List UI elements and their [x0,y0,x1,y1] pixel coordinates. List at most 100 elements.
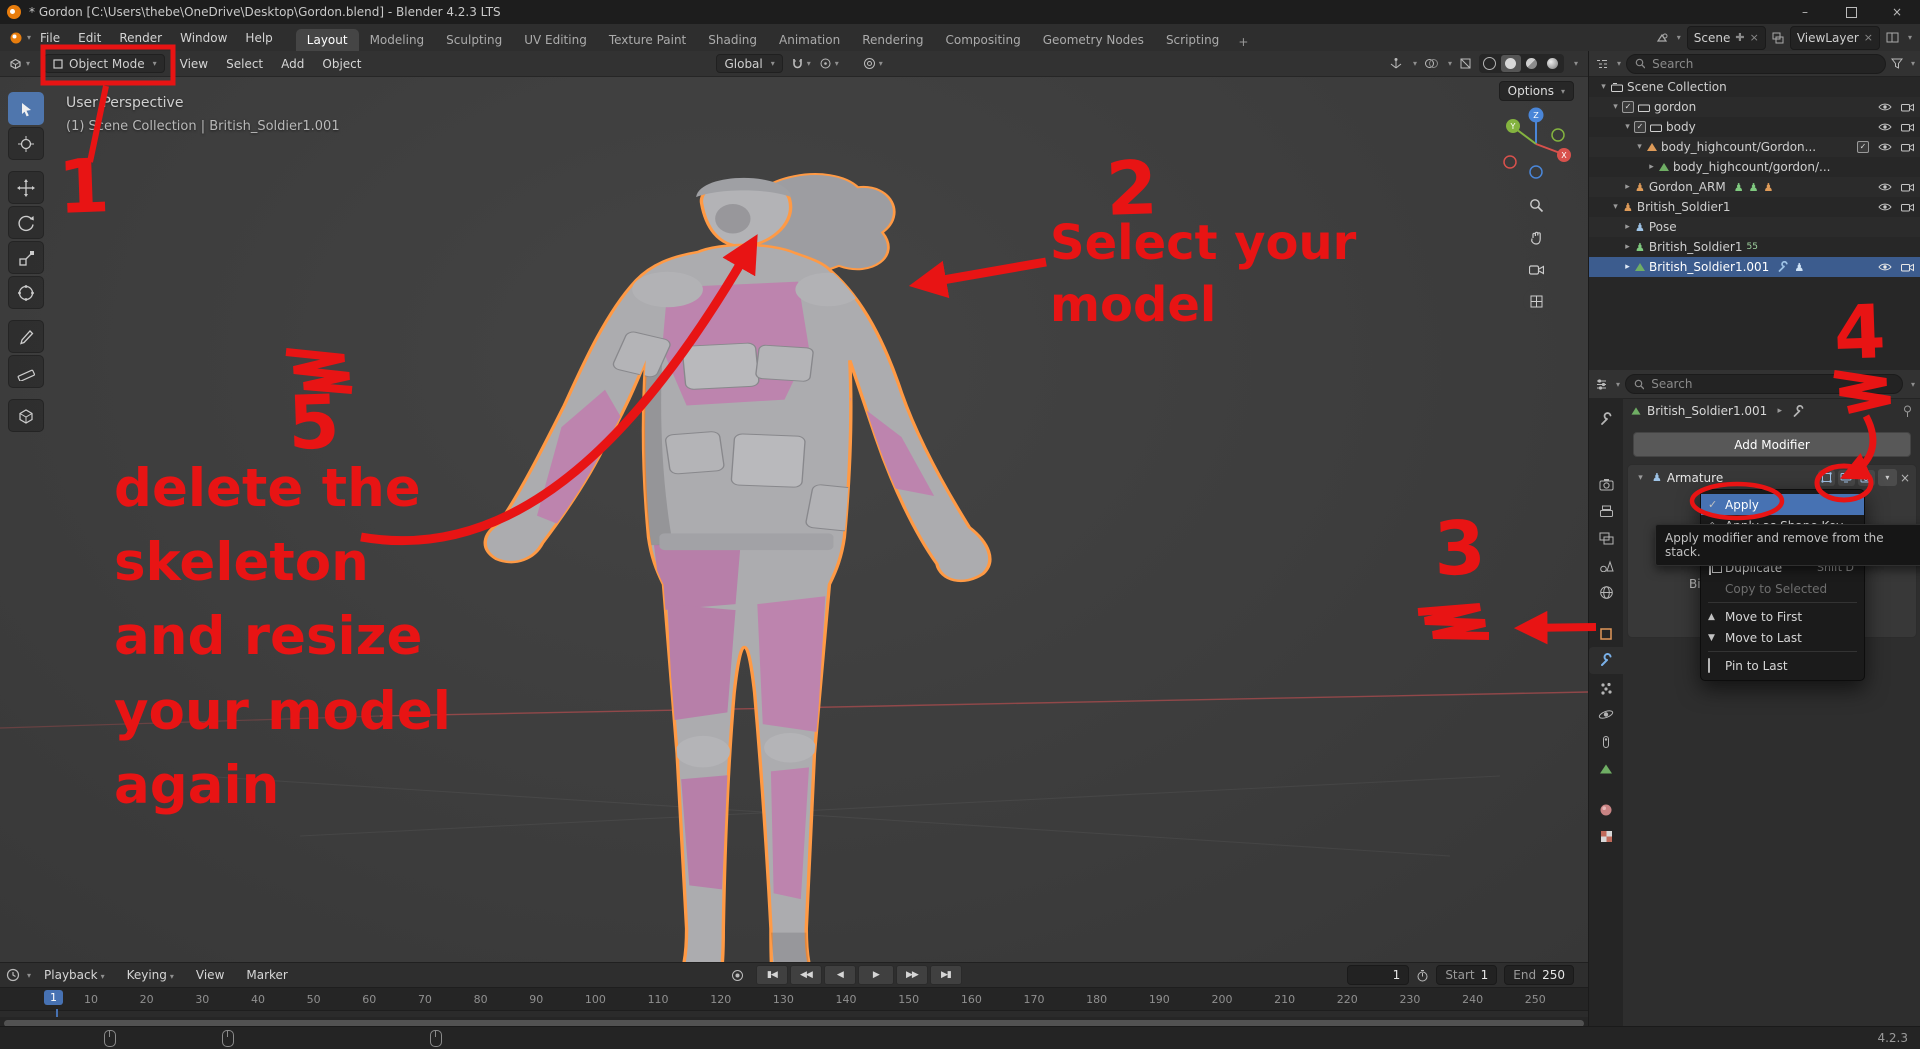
outliner-search[interactable] [1626,53,1886,74]
mode-dropdown[interactable]: Object Mode ▾ [44,54,165,73]
snap-magnet-icon[interactable] [791,57,804,70]
properties-editor-icon[interactable] [1595,378,1608,390]
scene-pin-icon[interactable]: ✚ [1735,31,1744,44]
expand-icon[interactable]: ▸ [1621,262,1634,272]
use-preview-range-icon[interactable] [1416,969,1429,982]
play-button[interactable]: ▶ [857,965,894,985]
tab-particles[interactable] [1589,674,1623,701]
transform-orientation-dropdown[interactable]: Global ▾ [716,54,783,73]
zoom-view-icon[interactable] [1523,192,1549,218]
modifier-delete-icon[interactable]: × [1900,471,1910,485]
tab-modifiers[interactable] [1589,647,1623,674]
expand-icon[interactable]: ▸ [1621,182,1634,192]
outliner-row-british-soldier1-001[interactable]: ▸ British_Soldier1.001 ♟ [1589,257,1920,277]
cursor-tool[interactable] [8,127,44,160]
tab-constraints[interactable] [1589,728,1623,755]
timeline-editor-icon[interactable] [6,968,20,982]
outliner-row-body-highcount-data[interactable]: ▸ body_highcount/gordon/... [1589,157,1920,177]
tab-material[interactable] [1589,796,1623,823]
tab-render[interactable] [1589,471,1623,498]
close-button[interactable]: × [1874,0,1920,24]
viewlayer-remove-icon[interactable]: × [1864,31,1873,44]
tab-layout[interactable]: Layout [295,29,359,51]
keying-menu[interactable]: Keying ▾ [118,965,183,985]
add-modifier-button[interactable]: Add Modifier [1633,432,1911,457]
soldier-model[interactable] [401,142,1081,962]
maximize-button[interactable] [1828,0,1874,24]
tab-animation[interactable]: Animation [768,29,851,51]
tab-view-layer[interactable] [1589,525,1623,552]
current-frame-field[interactable]: 1 [1347,965,1410,985]
menu-item-pin-to-last[interactable]: Pin to Last [1701,655,1864,676]
menu-item-move-to-first[interactable]: ▲ Move to First [1701,606,1864,627]
shading-wireframe-icon[interactable] [1480,55,1500,72]
tab-object[interactable] [1589,620,1623,647]
pan-view-icon[interactable] [1523,224,1549,250]
playback-menu[interactable]: Playback ▾ [35,965,114,985]
end-frame-field[interactable]: End 250 [1504,965,1574,985]
tab-geometry-nodes[interactable]: Geometry Nodes [1032,29,1155,51]
outliner-row-scene-collection[interactable]: ▾ Scene Collection [1589,77,1920,97]
menu-render[interactable]: Render [110,27,171,49]
menu-help[interactable]: Help [236,27,281,49]
hide-eye-icon[interactable] [1878,142,1892,152]
collection-checkbox[interactable]: ✓ [1634,121,1646,133]
edit-mode-display-icon[interactable] [1817,469,1835,486]
expand-icon[interactable]: ▾ [1633,142,1646,152]
editor-type-icon[interactable] [8,57,23,70]
properties-search[interactable] [1625,374,1903,394]
menu-add[interactable]: Add [272,54,313,74]
expand-icon[interactable]: ▾ [1597,82,1610,92]
render-camera-icon[interactable] [1901,262,1914,272]
add-cube-tool[interactable] [8,399,44,432]
tab-tool[interactable] [1589,406,1623,433]
scene-selector[interactable]: Scene ✚ × [1686,25,1766,50]
shading-rendered-icon[interactable] [1543,55,1563,72]
selectable-checkbox[interactable]: ✓ [1857,141,1869,153]
rotate-tool[interactable] [8,206,44,239]
modifier-extras-dropdown[interactable]: ▾ [1877,469,1897,486]
tab-rendering[interactable]: Rendering [851,29,934,51]
tab-physics[interactable] [1589,701,1623,728]
outliner-row-british-soldier1-data[interactable]: ▸ ♟ British_Soldier1 55 [1589,237,1920,257]
tab-modeling[interactable]: Modeling [359,29,436,51]
outliner-search-input[interactable] [1650,55,1877,72]
outliner-row-pose[interactable]: ▸ ♟ Pose [1589,217,1920,237]
pivot-point-icon[interactable] [819,57,832,70]
outliner-row-body[interactable]: ▾ ✓ body [1589,117,1920,137]
add-workspace-button[interactable]: + [1230,33,1256,51]
expand-icon[interactable]: ▾ [1609,102,1622,112]
menu-item-apply[interactable]: ✓ Apply [1701,494,1864,515]
render-camera-icon[interactable] [1901,202,1914,212]
render-camera-icon[interactable] [1901,182,1914,192]
hide-eye-icon[interactable] [1878,122,1892,132]
minimize-button[interactable]: – [1782,0,1828,24]
tab-shading[interactable]: Shading [697,29,768,51]
xray-toggle-icon[interactable] [1459,57,1472,70]
shading-material-icon[interactable] [1522,55,1542,72]
jump-to-end-button[interactable]: ▶▮ [929,965,962,985]
expand-icon[interactable]: ▸ [1621,242,1634,252]
tab-compositing[interactable]: Compositing [934,29,1031,51]
breadcrumb-object-name[interactable]: British_Soldier1.001 [1647,404,1767,418]
viewlayer-selector[interactable]: ViewLayer × [1789,25,1880,50]
hide-eye-icon[interactable] [1878,262,1892,272]
timeline-view-menu[interactable]: View [187,965,233,985]
tab-scripting[interactable]: Scripting [1155,29,1230,51]
panel-expand-icon[interactable]: ▾ [1634,473,1647,483]
start-frame-field[interactable]: Start 1 [1436,965,1498,985]
orientation-gizmo[interactable]: Z Y X [1494,102,1578,186]
measure-tool[interactable] [8,355,44,388]
outliner-row-body-highcount[interactable]: ▾ body_highcount/Gordon... ✓ [1589,137,1920,157]
expand-icon[interactable]: ▾ [1609,202,1622,212]
render-camera-icon[interactable] [1901,142,1914,152]
expand-icon[interactable]: ▾ [1621,122,1634,132]
options-dropdown[interactable]: Options ▾ [1498,81,1574,101]
screen-layout-icon[interactable] [1886,32,1899,43]
scale-tool[interactable] [8,241,44,274]
filter-icon[interactable] [1890,58,1903,69]
tab-sculpting[interactable]: Sculpting [435,29,513,51]
next-keyframe-button[interactable]: ▶▶ [895,965,928,985]
properties-search-input[interactable] [1649,376,1894,392]
outliner-row-gordon[interactable]: ▾ ✓ gordon [1589,97,1920,117]
